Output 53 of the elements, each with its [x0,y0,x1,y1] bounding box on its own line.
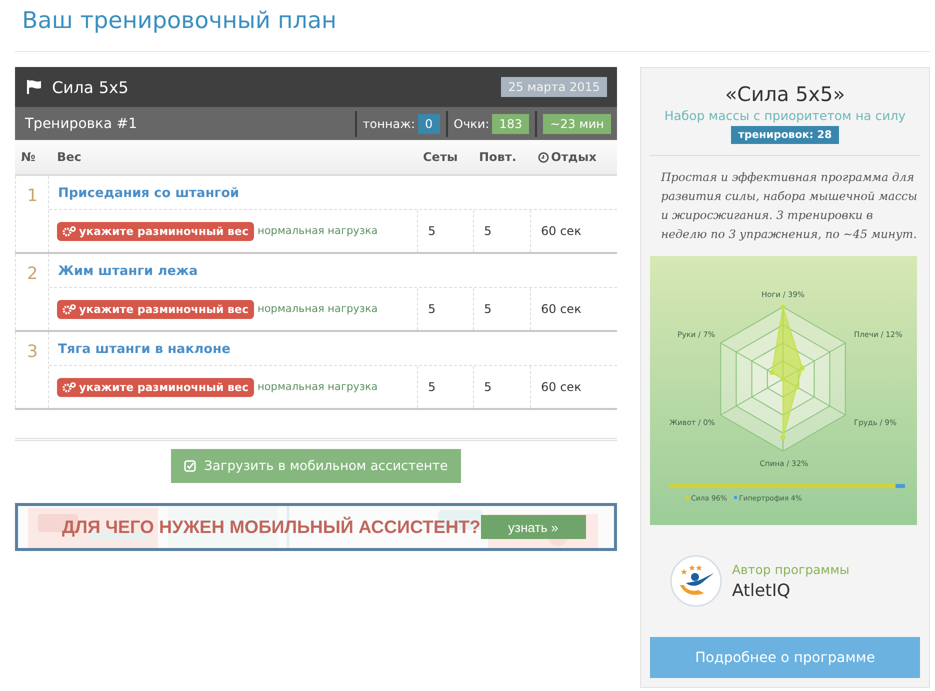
plan-date: 25 марта 2015 [501,77,607,97]
tonnage-label: тоннаж: [362,116,415,130]
warmup-weight-button[interactable]: укажите разминочный вес [57,378,254,396]
workout-title: Тренировка #1 [25,116,138,132]
load-label: нормальная нагрузка [258,225,378,237]
duration-value: ~23 мин [543,114,611,134]
program-title: «Сила 5x5» [724,82,846,106]
checkbox-icon [184,460,196,472]
learn-more-button[interactable]: узнать » [480,515,586,539]
reps-cell: 5 [473,288,530,330]
banner-headline: ДЛЯ ЧЕГО НУЖЕН МОБИЛЬНЫЙ АССИСТЕНТ? [62,516,481,538]
clock-icon [538,152,549,162]
author-name[interactable]: AtletIQ [732,580,850,600]
program-subtitle: Набор массы с приоритетом на силу [663,108,907,123]
column-header: Повт. [478,150,518,164]
exercise-number: 1 [15,176,49,252]
workout-count: тренировок: 28 [731,126,839,144]
load-label: нормальная нагрузка [258,303,378,315]
exercise-name[interactable]: Жим штанги лежа [49,254,617,288]
flag-icon [27,80,42,94]
exercise-number: 3 [15,332,49,408]
load-label: нормальная нагрузка [258,381,378,393]
sets-cell: 5 [417,210,473,252]
banner[interactable]: ДЛЯ ЧЕГО НУЖЕН МОБИЛЬНЫЙ АССИСТЕНТ? узнать » [15,503,617,551]
column-header: № [20,150,36,164]
sets-cell: 5 [417,366,473,408]
points-label: Очки: [454,116,490,130]
column-header: Сеты [422,150,459,164]
cogs-icon [62,226,76,236]
author-avatar [670,555,722,607]
cogs-icon [62,382,76,392]
rest-cell: 60 сек [530,366,617,408]
plan-name: Сила 5x5 [52,78,130,96]
page-title: Ваш тренировочный план [15,0,930,52]
points-value: 183 [492,114,530,134]
program-details-button[interactable]: Подробнее о программе [650,637,920,678]
author-label: Автор программы [732,562,850,576]
sets-cell: 5 [417,288,473,330]
rest-cell: 60 сек [530,288,617,330]
warmup-weight-button[interactable]: укажите разминочный вес [57,222,254,240]
reps-cell: 5 [473,366,530,408]
column-header: Вес [56,150,82,164]
rest-cell: 60 сек [530,210,617,252]
column-header: Отдых [530,150,617,164]
exercise-name[interactable]: Тяга штанги в наклоне [49,332,617,366]
warmup-weight-button[interactable]: укажите разминочный вес [57,300,254,318]
exercise-number: 2 [15,254,49,330]
download-button[interactable]: Загрузить в мобильном ассистенте [171,449,461,483]
program-description: Простая и эффективная программа для развития силы, набора мышечной массы и жиросжигания. 3 тренировки в неделю по 3 упражнения, по ~45 минут. [661,169,918,243]
reps-cell: 5 [473,210,530,252]
cogs-icon [62,304,76,314]
exercise-name[interactable]: Приседания со штангой [49,176,617,210]
tonnage-value: 0 [418,114,440,134]
